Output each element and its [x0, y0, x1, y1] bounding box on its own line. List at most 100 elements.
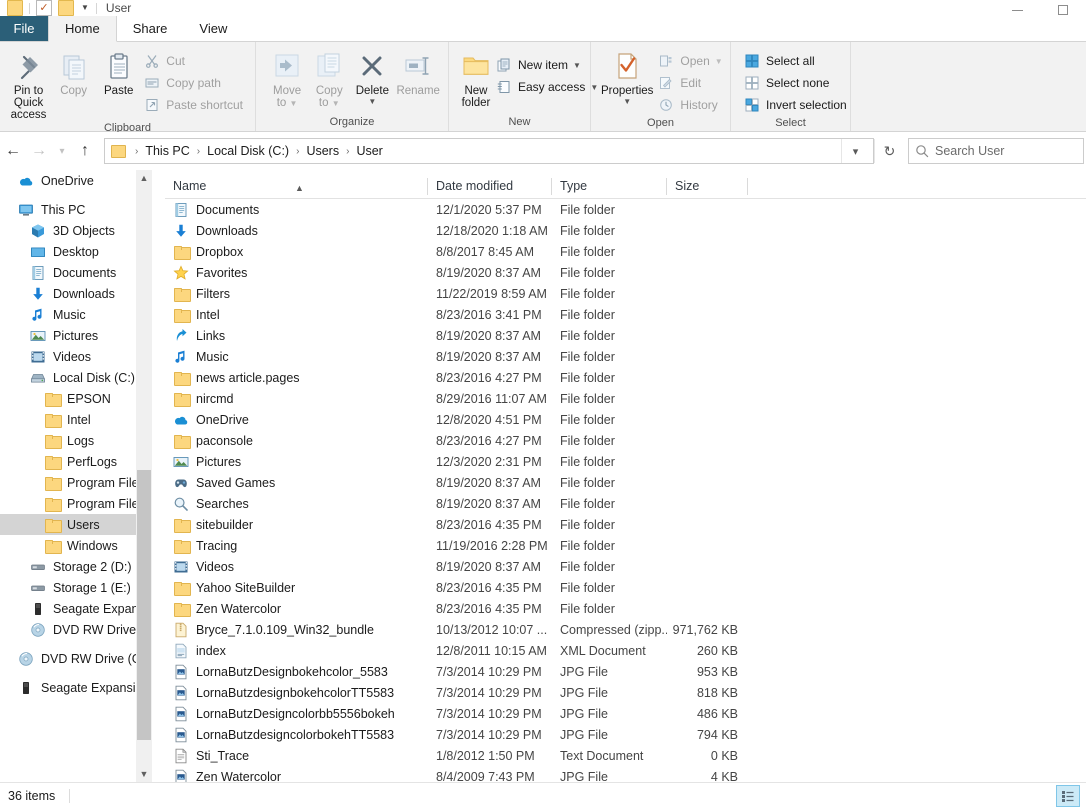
- paste-button[interactable]: Paste: [96, 48, 141, 97]
- file-name-cell[interactable]: Documents: [165, 202, 428, 218]
- table-row[interactable]: Intel 8/23/2016 3:41 PM File folder: [165, 304, 1086, 325]
- column-header-name[interactable]: Name ▲: [165, 174, 428, 199]
- table-row[interactable]: Zen Watercolor 8/23/2016 4:35 PM File fold…: [165, 598, 1086, 619]
- cut-button[interactable]: Cut: [141, 50, 249, 72]
- table-row[interactable]: Searches 8/19/2020 8:37 AM File folder: [165, 493, 1086, 514]
- recent-locations-chevron-down-icon[interactable]: ▾: [52, 139, 72, 163]
- file-name-cell[interactable]: Bryce_7.1.0.109_Win32_bundle: [165, 622, 428, 638]
- history-button[interactable]: History: [655, 94, 728, 116]
- table-row[interactable]: Documents 12/1/2020 5:37 PM File folder: [165, 199, 1086, 220]
- table-row[interactable]: Dropbox 8/8/2017 8:45 AM File folder: [165, 241, 1086, 262]
- column-header-size[interactable]: Size: [667, 174, 748, 199]
- copy-path-button[interactable]: Copy path: [141, 72, 249, 94]
- table-row[interactable]: nircmd 8/29/2016 11:07 AM File folder: [165, 388, 1086, 409]
- file-name-cell[interactable]: LornaButzDesignbokehcolor_5583: [165, 664, 428, 680]
- sidebar-item-epson[interactable]: EPSON: [0, 388, 136, 409]
- scroll-down-arrow-icon[interactable]: ▼: [136, 766, 152, 782]
- sidebar-item-seagate-expansion-2[interactable]: Seagate Expansion: [0, 677, 136, 698]
- table-row[interactable]: news article.pages 8/23/2016 4:27 PM File …: [165, 367, 1086, 388]
- forward-button[interactable]: →: [26, 139, 52, 163]
- rename-button[interactable]: Rename: [394, 48, 442, 97]
- file-name-cell[interactable]: Favorites: [165, 264, 428, 281]
- invert-selection-button[interactable]: Invert selection: [741, 94, 853, 116]
- breadcrumb-bar[interactable]: › This PC › Local Disk (C:) › Users › Us…: [104, 138, 874, 164]
- navigation-pane-scrollbar[interactable]: ▲ ▼: [136, 170, 152, 782]
- scroll-up-arrow-icon[interactable]: ▲: [136, 170, 152, 186]
- search-box[interactable]: Search User: [908, 138, 1084, 164]
- tab-view[interactable]: View: [183, 16, 243, 41]
- breadcrumb-separator-2[interactable]: ›: [291, 146, 304, 157]
- minimize-button[interactable]: [994, 0, 1040, 16]
- sidebar-item-dvd-rw-drive-g[interactable]: DVD RW Drive (G:): [0, 648, 136, 669]
- breadcrumb-separator-3[interactable]: ›: [341, 146, 354, 157]
- column-header-type[interactable]: Type: [552, 174, 667, 199]
- open-chevron-down-icon[interactable]: ▼: [715, 57, 723, 66]
- sidebar-item-windows[interactable]: Windows: [0, 535, 136, 556]
- file-name-cell[interactable]: LornaButzdesigncolorbokehTT5583: [165, 727, 428, 743]
- tab-file[interactable]: File: [0, 16, 48, 41]
- table-row[interactable]: Tracing 11/19/2016 2:28 PM File folder: [165, 535, 1086, 556]
- properties-button[interactable]: Properties ▼: [599, 48, 655, 106]
- table-row[interactable]: OneDrive 12/8/2020 4:51 PM File folder: [165, 409, 1086, 430]
- sidebar-item-onedrive[interactable]: OneDrive: [0, 170, 136, 191]
- table-row[interactable]: Links 8/19/2020 8:37 AM File folder: [165, 325, 1086, 346]
- sidebar-item-downloads[interactable]: Downloads: [0, 283, 136, 304]
- properties-chevron-down-icon[interactable]: ▼: [623, 97, 631, 106]
- table-row[interactable]: Favorites 8/19/2020 8:37 AM File folder: [165, 262, 1086, 283]
- sidebar-item-storage-1-e[interactable]: Storage 1 (E:): [0, 577, 136, 598]
- sidebar-item-seagate-expansion-1[interactable]: Seagate Expansi: [0, 598, 136, 619]
- file-name-cell[interactable]: Zen Watercolor: [165, 769, 428, 782]
- details-view-button[interactable]: [1056, 785, 1080, 807]
- sidebar-item-users[interactable]: Users: [0, 514, 136, 535]
- table-row[interactable]: Saved Games 8/19/2020 8:37 AM File folder: [165, 472, 1086, 493]
- file-name-cell[interactable]: Saved Games: [165, 475, 428, 491]
- sidebar-item-storage-2-d[interactable]: Storage 2 (D:): [0, 556, 136, 577]
- table-row[interactable]: LornaButzdesigncolorbokehTT5583 7/3/2014 …: [165, 724, 1086, 745]
- maximize-button[interactable]: [1040, 0, 1086, 16]
- table-row[interactable]: LornaButzdesignbokehcolorTT5583 7/3/2014 …: [165, 682, 1086, 703]
- file-name-cell[interactable]: Links: [165, 328, 428, 344]
- breadcrumb-users[interactable]: Users: [304, 144, 341, 158]
- file-name-cell[interactable]: Filters: [165, 286, 428, 302]
- table-row[interactable]: LornaButzDesignbokehcolor_5583 7/3/2014 1…: [165, 661, 1086, 682]
- file-name-cell[interactable]: OneDrive: [165, 412, 428, 428]
- file-name-cell[interactable]: Tracing: [165, 538, 428, 554]
- file-name-cell[interactable]: Sti_Trace: [165, 748, 428, 764]
- select-none-button[interactable]: Select none: [741, 72, 853, 94]
- sidebar-item-this-pc[interactable]: This PC: [0, 199, 136, 220]
- paste-shortcut-button[interactable]: Paste shortcut: [141, 94, 249, 116]
- qat-properties-icon[interactable]: [7, 0, 23, 16]
- table-row[interactable]: Pictures 12/3/2020 2:31 PM File folder: [165, 451, 1086, 472]
- file-name-cell[interactable]: nircmd: [165, 391, 428, 407]
- sidebar-item-3d-objects[interactable]: 3D Objects: [0, 220, 136, 241]
- refresh-button[interactable]: ↻: [874, 139, 904, 163]
- file-name-cell[interactable]: news article.pages: [165, 370, 428, 386]
- file-list[interactable]: Documents 12/1/2020 5:37 PM File folder Dow…: [165, 199, 1086, 782]
- breadcrumb-local-disk[interactable]: Local Disk (C:): [205, 144, 291, 158]
- breadcrumb-user[interactable]: User: [354, 144, 384, 158]
- breadcrumb-this-pc[interactable]: This PC: [143, 144, 191, 158]
- delete-button[interactable]: Delete ▼: [350, 48, 394, 106]
- file-name-cell[interactable]: Pictures: [165, 454, 428, 470]
- file-name-cell[interactable]: index: [165, 643, 428, 659]
- edit-button[interactable]: Edit: [655, 72, 728, 94]
- table-row[interactable]: Zen Watercolor 8/4/2009 7:43 PM JPG File 4 …: [165, 766, 1086, 782]
- up-button[interactable]: ↑: [72, 139, 98, 163]
- file-name-cell[interactable]: Downloads: [165, 223, 428, 239]
- easy-access-button[interactable]: Easy access ▼: [493, 76, 604, 98]
- table-row[interactable]: Yahoo SiteBuilder 8/23/2016 4:35 PM File f…: [165, 577, 1086, 598]
- delete-chevron-down-icon[interactable]: ▼: [368, 97, 376, 106]
- scrollbar-thumb[interactable]: [137, 470, 151, 740]
- breadcrumb-separator-0[interactable]: ›: [130, 146, 143, 157]
- table-row[interactable]: LornaButzDesigncolorbb5556bokeh 7/3/2014 …: [165, 703, 1086, 724]
- sidebar-item-program-files-x86[interactable]: Program Files (: [0, 493, 136, 514]
- new-folder-button[interactable]: New folder: [459, 48, 493, 109]
- file-name-cell[interactable]: LornaButzdesignbokehcolorTT5583: [165, 685, 428, 701]
- sidebar-item-local-disk-c[interactable]: Local Disk (C:): [0, 367, 136, 388]
- tab-home[interactable]: Home: [48, 16, 117, 42]
- file-name-cell[interactable]: Videos: [165, 559, 428, 575]
- move-to-button[interactable]: Move to ▼: [266, 48, 308, 109]
- file-name-cell[interactable]: Music: [165, 349, 428, 365]
- new-item-button[interactable]: New item ▼: [493, 54, 604, 76]
- sidebar-item-dvd-rw-drive-f[interactable]: DVD RW Drive (: [0, 619, 136, 640]
